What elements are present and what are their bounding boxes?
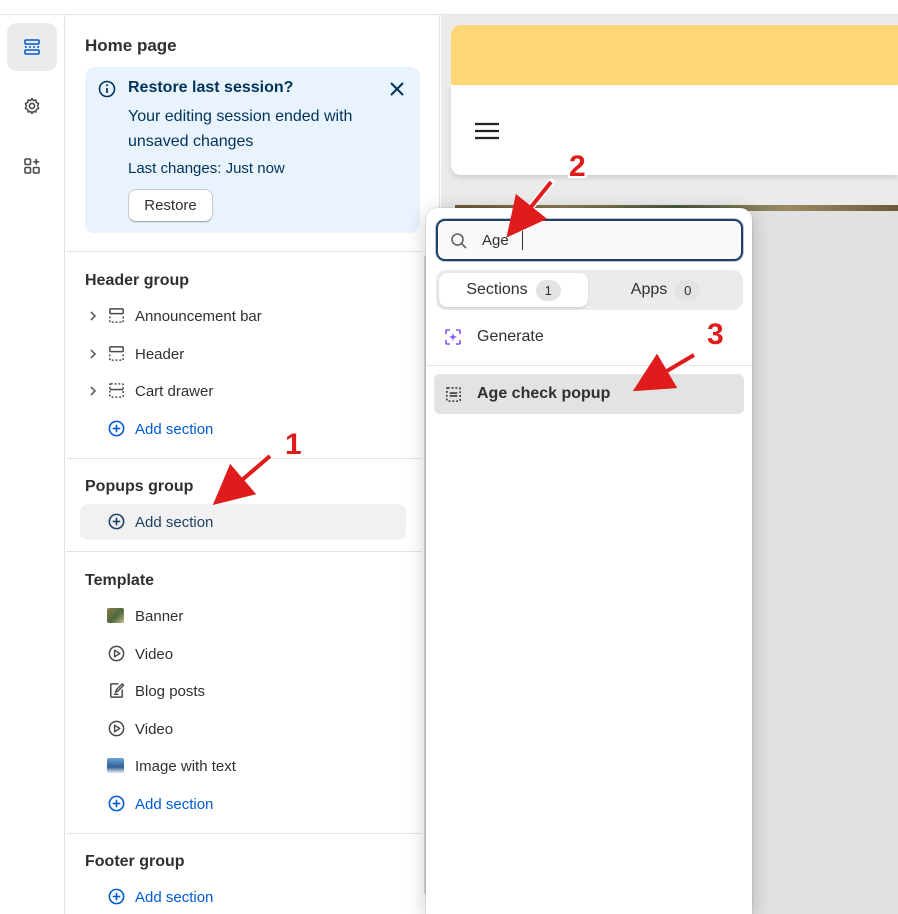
section-row-cart-drawer[interactable]: Cart drawer (80, 373, 406, 409)
plus-circle-icon (108, 795, 125, 812)
section-icon (109, 308, 124, 323)
annotation-number-1: 1 (285, 428, 302, 461)
section-row-label: Video (135, 645, 174, 663)
edit-document-icon (110, 683, 125, 698)
play-circle-icon (108, 720, 125, 737)
sections-rail-button[interactable] (7, 23, 57, 71)
popups-group-title: Popups group (85, 478, 194, 495)
annotation-number-3: 3 (707, 318, 724, 351)
divider (66, 251, 422, 252)
generate-label: Generate (477, 328, 544, 345)
info-icon (98, 80, 116, 98)
search-result-label: Age check popup (477, 385, 611, 402)
section-row-label: Image with text (135, 757, 236, 775)
image-thumbnail (107, 758, 124, 773)
tab-apps[interactable]: Apps 0 (591, 273, 740, 307)
section-row-banner[interactable]: Banner (80, 598, 406, 634)
divider (66, 458, 422, 459)
section-row-label: Banner (135, 607, 184, 625)
search-field[interactable] (436, 219, 743, 261)
divider (66, 551, 422, 552)
add-section-label: Add section (135, 795, 214, 813)
restore-button[interactable]: Restore (128, 189, 213, 222)
banner-last-changes: Last changes: Just now (128, 160, 285, 177)
section-tabs: Sections 1 Apps 0 (436, 270, 743, 310)
section-icon (109, 383, 124, 398)
preview-placeholder (752, 211, 898, 914)
divider (66, 833, 422, 834)
section-row-blog-posts[interactable]: Blog posts (80, 673, 406, 709)
text-caret (522, 231, 523, 250)
settings-rail-button[interactable] (7, 82, 57, 130)
divider (426, 365, 752, 366)
search-icon (451, 233, 467, 249)
page-title: Home page (85, 36, 177, 55)
template-group-title: Template (85, 572, 155, 589)
add-section-label: Add section (135, 888, 214, 906)
plus-circle-icon (108, 420, 125, 437)
footer-group-title: Footer group (85, 853, 185, 870)
sections-icon (24, 39, 40, 55)
section-row-label: Video (135, 720, 174, 738)
chevron-right-icon[interactable] (86, 384, 100, 398)
top-bar (0, 0, 898, 15)
banner-title: Restore last session? (128, 79, 294, 96)
section-row-label: Header (135, 345, 185, 363)
search-input[interactable] (482, 229, 732, 251)
header-preview (451, 85, 898, 175)
header-group-add-section[interactable]: Add section (80, 411, 406, 447)
section-row-label: Cart drawer (135, 382, 214, 400)
tab-label: Apps (630, 281, 668, 298)
tab-count-badge: 0 (675, 279, 701, 301)
gear-icon (24, 97, 40, 115)
add-section-label: Add section (135, 513, 214, 531)
annotation-number-2: 2 (569, 150, 586, 183)
section-icon (109, 346, 124, 361)
section-row-announcement-bar[interactable]: Announcement bar (80, 298, 406, 334)
sections-sidebar: Home page Restore last session? Your edi… (66, 15, 440, 914)
footer-group-add-section[interactable]: Add section (80, 879, 406, 914)
add-section-label: Add section (135, 420, 214, 438)
tab-label: Sections (466, 281, 528, 298)
announcement-bar-preview (451, 25, 898, 85)
plus-circle-icon (108, 513, 125, 530)
chevron-right-icon[interactable] (86, 309, 100, 323)
generate-button[interactable]: Generate (436, 319, 743, 355)
section-row-video[interactable]: Video (80, 636, 406, 672)
hamburger-menu-icon[interactable] (474, 122, 500, 140)
popups-group-add-section[interactable]: Add section (80, 504, 406, 540)
section-row-label: Announcement bar (135, 307, 262, 325)
plus-circle-icon (108, 888, 125, 905)
banner-message: Your editing session ended with unsaved … (128, 108, 353, 150)
template-add-section[interactable]: Add section (80, 786, 406, 822)
left-rail (0, 15, 65, 914)
chevron-right-icon[interactable] (86, 347, 100, 361)
search-result-age-check-popup[interactable]: Age check popup (434, 374, 744, 414)
play-circle-icon (108, 645, 125, 662)
apps-icon (24, 158, 40, 174)
generate-sparkle-icon (445, 329, 461, 345)
restore-session-banner: Restore last session? Your editing sessi… (85, 67, 420, 233)
section-row-header[interactable]: Header (80, 336, 406, 372)
section-icon (446, 387, 461, 402)
section-row-label: Blog posts (135, 682, 206, 700)
section-row-video-2[interactable]: Video (80, 711, 406, 747)
apps-rail-button[interactable] (7, 142, 57, 190)
tab-sections[interactable]: Sections 1 (439, 273, 588, 307)
section-row-image-with-text[interactable]: Image with text (80, 748, 406, 784)
add-section-popover: Sections 1 Apps 0 Generate Age check pop… (426, 208, 752, 914)
close-icon[interactable] (387, 79, 407, 99)
banner-thumbnail (107, 608, 124, 623)
header-group-title: Header group (85, 272, 190, 289)
tab-count-badge: 1 (535, 279, 561, 301)
